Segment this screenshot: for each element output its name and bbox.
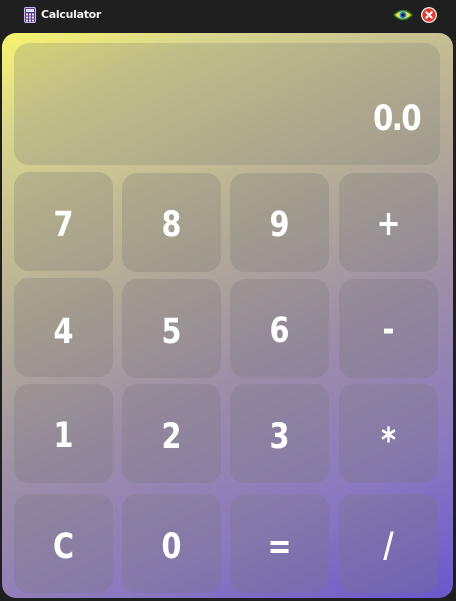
key-label: - [382,310,395,350]
key-label: 6 [269,311,290,351]
window-title: Calculator [41,8,102,21]
key-label: 5 [161,312,182,352]
close-icon[interactable] [421,7,437,23]
calculator-window: Calculator 0.0 7 8 9 + 4 5 6 - 1 2 3 * C… [0,0,456,601]
key-label: = [267,527,292,567]
key-label: 3 [269,417,290,457]
key-7[interactable]: 7 [14,172,113,271]
key-equals[interactable]: = [230,494,329,593]
key-6[interactable]: 6 [230,279,329,378]
display-value: 0.0 [372,99,422,139]
calculator-body: 0.0 7 8 9 + 4 5 6 - 1 2 3 * C 0 = / [2,33,453,598]
key-label: 2 [161,417,182,457]
key-label: C [52,527,75,567]
key-label: 4 [53,312,74,352]
key-5[interactable]: 5 [122,279,221,378]
key-subtract[interactable]: - [339,279,438,378]
key-label: 8 [161,205,182,245]
key-4[interactable]: 4 [14,278,113,377]
key-label: 0 [161,527,182,567]
title-bar[interactable]: Calculator [0,0,456,31]
key-2[interactable]: 2 [122,384,221,483]
key-8[interactable]: 8 [122,173,221,272]
key-multiply[interactable]: * [339,384,438,483]
key-label: 7 [53,205,74,245]
key-9[interactable]: 9 [230,173,329,272]
key-3[interactable]: 3 [230,384,329,483]
display-panel: 0.0 [14,43,440,165]
key-label: + [376,204,401,244]
calculator-icon [24,7,36,23]
key-label: / [383,526,394,566]
key-label: 1 [53,416,74,456]
key-label: 9 [269,205,290,245]
key-add[interactable]: + [339,173,438,272]
eye-icon[interactable] [393,8,413,22]
key-1[interactable]: 1 [14,384,113,483]
key-divide[interactable]: / [339,494,438,593]
key-clear[interactable]: C [14,494,113,593]
key-label: * [380,421,397,461]
key-0[interactable]: 0 [122,494,221,593]
